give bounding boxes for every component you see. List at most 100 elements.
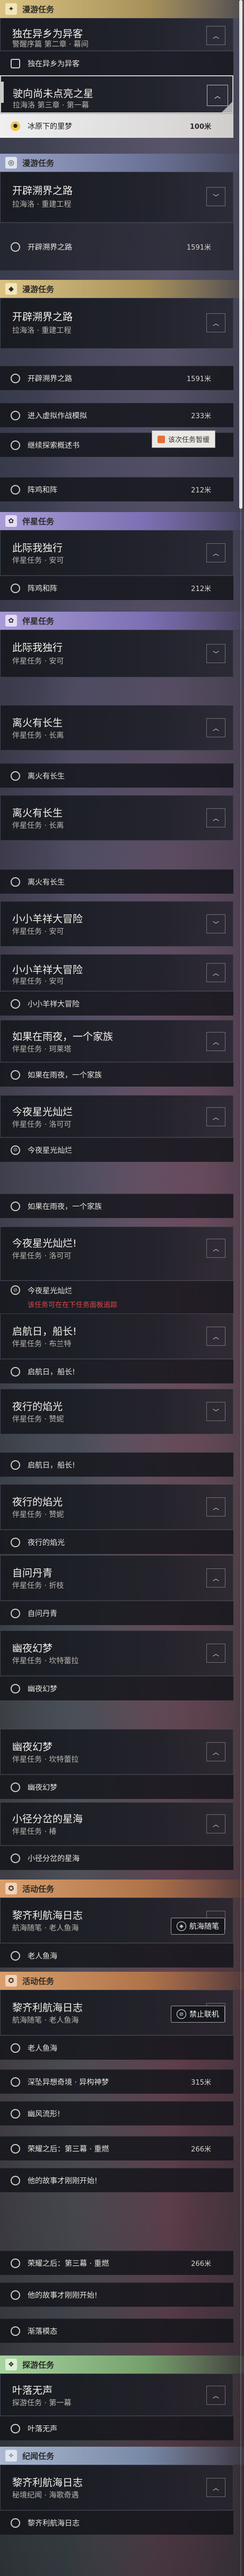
quest-step[interactable]: 荣耀之后：第三幕 · 重燃 266米: [0, 2136, 233, 2160]
step-circle-icon: [11, 2109, 20, 2119]
collapse-chevron-icon[interactable]: ︿: [206, 1239, 225, 1258]
quest-step[interactable]: 阵鸡和阵 212米: [0, 576, 233, 600]
expand-chevron-icon[interactable]: ﹀: [206, 914, 225, 933]
collapse-chevron-icon[interactable]: ︿: [206, 1327, 225, 1346]
quest-title: 驶向尚未点亮之星: [13, 88, 94, 100]
quest-card[interactable]: 独在异乡为异客 警醒序篇 第二章 · 幕间 ︿: [0, 18, 233, 51]
collapse-chevron-icon[interactable]: ︿: [206, 1497, 225, 1516]
quest-card[interactable]: 夜行的焰光 伴星任务 · 赞妮 ︿: [0, 1484, 233, 1530]
quest-card[interactable]: 小小羊祥大冒险 伴星任务 · 安可 ︿: [0, 954, 233, 991]
collapse-chevron-icon[interactable]: ︿: [206, 963, 225, 982]
quest-card[interactable]: 开辟溯界之路 拉海洛 · 重建工程 ︿: [0, 298, 233, 349]
quest-card[interactable]: 幽夜幻梦 伴星任务 · 坎特蕾拉 ︿: [0, 1729, 233, 1775]
quest-card-selected[interactable]: 驶向尚未点亮之星 拉海洛 第三章 · 第一幕 ︿: [0, 75, 233, 113]
quest-step[interactable]: 幽夜幻梦: [0, 1676, 233, 1700]
quest-step[interactable]: 自问丹青: [0, 1601, 233, 1625]
step-circle-icon: [11, 410, 20, 420]
quest-step[interactable]: 独在异乡为异客: [0, 51, 233, 75]
quest-step[interactable]: 启航日，船长!: [0, 1359, 233, 1383]
quest-card[interactable]: 启航日，船长! 伴星任务 · 布兰特 ︿: [0, 1313, 233, 1359]
quest-step[interactable]: 他的故事才刚刚开始!: [0, 2168, 233, 2192]
collapse-chevron-icon[interactable]: ︿: [206, 26, 225, 45]
category-icon: ✪: [5, 1883, 17, 1894]
collapse-chevron-icon[interactable]: ︿: [206, 718, 225, 737]
quest-card[interactable]: 黎齐利航海日志 秘境纪闻 · 海歌奇遇 ︿: [0, 2465, 233, 2510]
category-header[interactable]: ✦ 漫游任务: [0, 0, 244, 18]
expand-chevron-icon[interactable]: ﹀: [206, 1402, 225, 1421]
scrollbar-thumb[interactable]: [239, 0, 242, 509]
collapse-chevron-icon[interactable]: ︿: [206, 2478, 225, 2497]
quest-step[interactable]: 幽夜幻梦: [0, 1775, 233, 1799]
step-circle-icon: [11, 2326, 20, 2336]
quest-step[interactable]: 启航日，船长!: [0, 1452, 233, 1477]
quest-step[interactable]: 渐落模态: [0, 2318, 233, 2343]
quest-step[interactable]: 如果在雨夜，一个家族: [0, 1194, 233, 1218]
quest-card[interactable]: 幽夜幻梦 伴星任务 · 坎特蕾拉 ︿: [0, 1630, 233, 1676]
quest-card[interactable]: 开辟溯界之路 拉海洛 · 重建工程 ﹀: [0, 172, 233, 223]
collapse-chevron-icon[interactable]: ︿: [206, 2386, 225, 2405]
quest-step[interactable]: 如果在雨夜，一个家族: [0, 1062, 233, 1087]
quest-title: 独在异乡为异客: [12, 28, 83, 40]
step-circle-icon: [11, 242, 20, 252]
quest-step[interactable]: 离火有长生: [0, 763, 233, 788]
collapse-chevron-icon[interactable]: ︿: [206, 543, 225, 562]
quest-title: 叶落无声: [12, 2385, 53, 2396]
category-header[interactable]: ✿ 伴星任务: [0, 612, 244, 630]
quest-step[interactable]: 进入虚拟作战模拟 233米: [0, 403, 233, 427]
collapse-chevron-icon[interactable]: ︿: [206, 313, 225, 332]
collapse-chevron-icon[interactable]: ︿: [206, 1107, 225, 1126]
quest-card[interactable]: 小径分岔的星海 伴星任务 · 椿 ︿: [0, 1802, 233, 1846]
collapse-chevron-icon[interactable]: ︿: [206, 1032, 225, 1051]
quest-card[interactable]: 离火有长生 伴星任务 · 长离 ︿: [0, 705, 233, 751]
quest-step-tracked[interactable]: ● 冰原下的里梦 100米: [0, 113, 233, 138]
quest-step[interactable]: 开辟溯界之路 1591米: [0, 223, 233, 270]
quest-title: 夜行的焰光: [12, 1401, 63, 1413]
expand-chevron-icon[interactable]: ﹀: [206, 187, 225, 206]
category-header[interactable]: ✪ 活动任务: [0, 1972, 244, 1990]
step-text: 小小羊祥大冒险: [28, 1000, 80, 1009]
collapse-chevron-icon[interactable]: ︿: [206, 808, 225, 827]
quest-step[interactable]: 老人鱼海: [0, 1943, 233, 1968]
quest-step[interactable]: 小径分岔的星海: [0, 1846, 233, 1870]
collapse-chevron-icon[interactable]: ︿: [206, 1568, 225, 1587]
category-icon: ❖: [5, 2359, 17, 2370]
quest-card[interactable]: 此际我独行 伴星任务 · 安可 ︿: [0, 530, 233, 576]
quest-step[interactable]: ⊘ 今夜星光灿烂 该任务可在在下任务面板追踪: [0, 1281, 233, 1313]
quest-card[interactable]: 离火有长生 伴星任务 · 长离 ︿: [0, 795, 233, 841]
quest-step[interactable]: 荣耀之后：第三幕 · 重燃 266米: [0, 2251, 233, 2275]
category-header[interactable]: ◆ 漫游任务: [0, 280, 244, 298]
quest-step[interactable]: 幽风流形!: [0, 2101, 233, 2125]
quest-card[interactable]: 此际我独行 伴星任务 · 安可 ﹀: [0, 630, 233, 677]
collapse-chevron-icon[interactable]: ︿: [206, 1644, 225, 1663]
category-header[interactable]: ✪ 活动任务: [0, 1880, 244, 1898]
quest-step[interactable]: 开辟溯界之路 1591米: [0, 366, 233, 390]
category-header[interactable]: ✿ 伴星任务: [0, 512, 244, 530]
expand-chevron-icon[interactable]: ﹀: [206, 644, 225, 663]
step-distance: 212米: [191, 585, 211, 593]
quest-step[interactable]: 老人鱼海: [0, 2035, 233, 2060]
quest-card[interactable]: 今夜星光灿烂 伴星任务 · 洛可可 ︿: [0, 1095, 233, 1137]
quest-step[interactable]: 阵鸡和阵 212米: [0, 477, 233, 501]
quest-card[interactable]: 自问丹青 伴星任务 · 折枝 ︿: [0, 1555, 233, 1601]
quest-card[interactable]: 夜行的焰光 伴星任务 · 赞妮 ﹀: [0, 1389, 233, 1434]
category-header[interactable]: ❖ 探游任务: [0, 2356, 244, 2374]
quest-subtitle: 航海随笔 · 老人鱼海: [12, 2016, 79, 2025]
quest-title: 启航日，船长!: [12, 1326, 77, 1337]
quest-step[interactable]: ⊘ 今夜星光灿烂: [0, 1137, 233, 1162]
warning-icon: [158, 435, 165, 443]
category-header[interactable]: ◎ 漫游任务: [0, 154, 244, 172]
quest-card[interactable]: 如果在雨夜，一个家族 伴星任务 · 珂莱塔 ︿: [0, 1020, 233, 1062]
collapse-chevron-icon[interactable]: ︿: [206, 1814, 225, 1833]
quest-step[interactable]: 叶落无声: [0, 2416, 233, 2440]
category-header[interactable]: ✧ 纪闻任务: [0, 2447, 244, 2465]
quest-step[interactable]: 夜行的焰光: [0, 1530, 233, 1554]
quest-card[interactable]: 今夜星光灿烂! 伴星任务 · 洛可可 ︿: [0, 1227, 233, 1281]
quest-step[interactable]: 他的故事才刚刚开始!: [0, 2282, 233, 2307]
quest-card[interactable]: 叶落无声 探游任务 · 第一幕 ︿: [0, 2374, 233, 2416]
quest-step[interactable]: 黎齐利航海日志: [0, 2510, 233, 2535]
quest-card[interactable]: 小小羊祥大冒险 伴星任务 · 安可 ﹀: [0, 901, 233, 947]
quest-step[interactable]: 小小羊祥大冒险: [0, 991, 233, 1016]
collapse-chevron-icon[interactable]: ︿: [206, 1742, 225, 1761]
quest-step[interactable]: 离火有长生: [0, 869, 233, 894]
quest-step[interactable]: 深坠异想奇境 · 异构神梦 315米: [0, 2069, 233, 2094]
